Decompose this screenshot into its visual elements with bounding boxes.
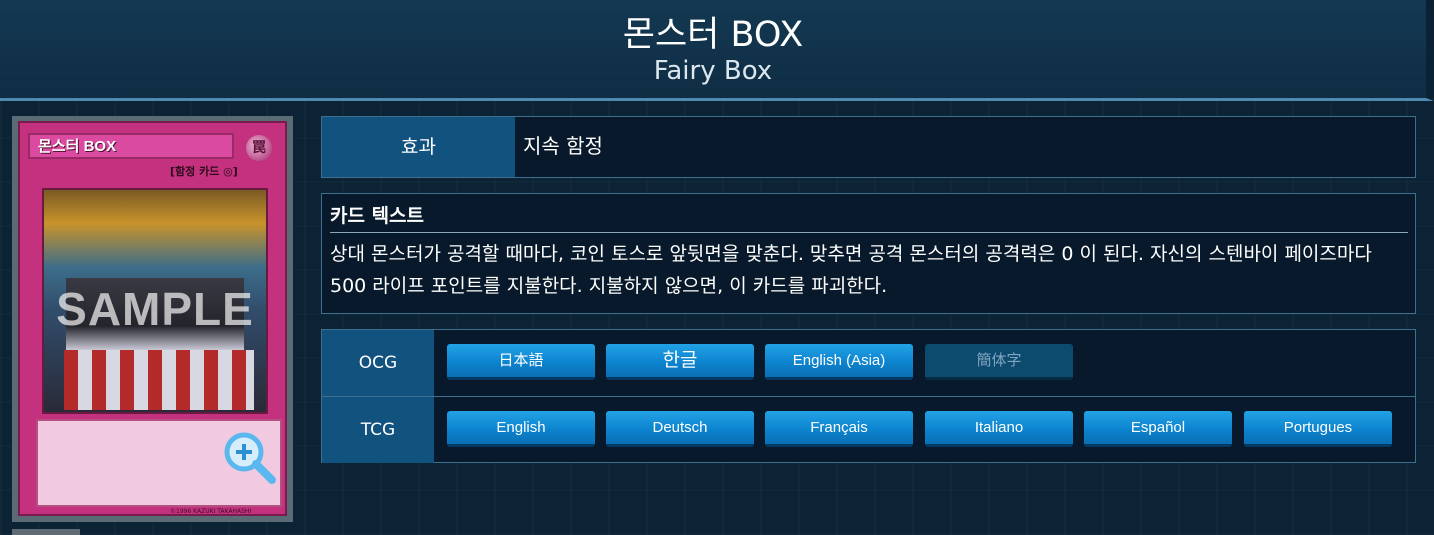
lang-button-italiano[interactable]: Italiano	[925, 411, 1073, 447]
language-table: OCG 日本語 한글 English (Asia) 簡体字 TCG Englis…	[321, 329, 1416, 463]
lang-button-francais[interactable]: Français	[765, 411, 913, 447]
card-image-type-line: [함정 카드 ◎]	[170, 165, 238, 178]
card-title: 몬스터 BOX	[622, 15, 804, 55]
card-text-title: 카드 텍스트	[330, 202, 1408, 233]
effect-value: 지속 함정	[523, 134, 603, 158]
card-image-name: 몬스터 BOX	[28, 133, 234, 159]
lang-button-portugues[interactable]: Portugues	[1244, 411, 1392, 447]
card-image[interactable]: 몬스터 BOX 罠 [함정 카드 ◎] SAMPLE ©1996 KAZUKI …	[18, 121, 287, 516]
lang-button-korean[interactable]: 한글	[606, 344, 754, 380]
zoom-in-icon[interactable]	[220, 428, 278, 486]
card-image-frame: 몬스터 BOX 罠 [함정 카드 ◎] SAMPLE ©1996 KAZUKI …	[12, 116, 293, 522]
lang-button-espanol[interactable]: Español	[1084, 411, 1232, 447]
ocg-label: OCG	[322, 330, 434, 396]
lang-button-japanese[interactable]: 日本語	[447, 344, 595, 380]
card-artwork: SAMPLE	[42, 188, 268, 414]
card-text-box: 카드 텍스트 상대 몬스터가 공격할 때마다, 코인 토스로 앞뒷면을 맞춘다.…	[321, 193, 1416, 314]
sample-watermark: SAMPLE	[56, 283, 254, 335]
card-subtitle: Fairy Box	[653, 56, 773, 86]
lang-button-deutsch[interactable]: Deutsch	[606, 411, 754, 447]
tcg-label: TCG	[322, 397, 434, 463]
tcg-row: TCG English Deutsch Français Italiano Es…	[322, 397, 1415, 463]
lang-button-english[interactable]: English	[447, 411, 595, 447]
effect-row: 효과 지속 함정	[321, 116, 1416, 178]
scroll-indicator[interactable]	[12, 529, 80, 535]
lang-button-simplified-chinese: 簡体字	[925, 344, 1073, 380]
ocg-row: OCG 日本語 한글 English (Asia) 簡体字	[322, 330, 1415, 397]
trap-attribute-icon: 罠	[246, 135, 272, 161]
page-header: 몬스터 BOX Fairy Box	[0, 0, 1434, 101]
card-text-body: 상대 몬스터가 공격할 때마다, 코인 토스로 앞뒷면을 맞춘다. 맞추면 공격…	[330, 243, 1372, 297]
card-copyright: ©1996 KAZUKI TAKAHASHI	[170, 508, 252, 515]
lang-button-english-asia[interactable]: English (Asia)	[765, 344, 913, 380]
effect-label: 효과	[322, 117, 515, 177]
